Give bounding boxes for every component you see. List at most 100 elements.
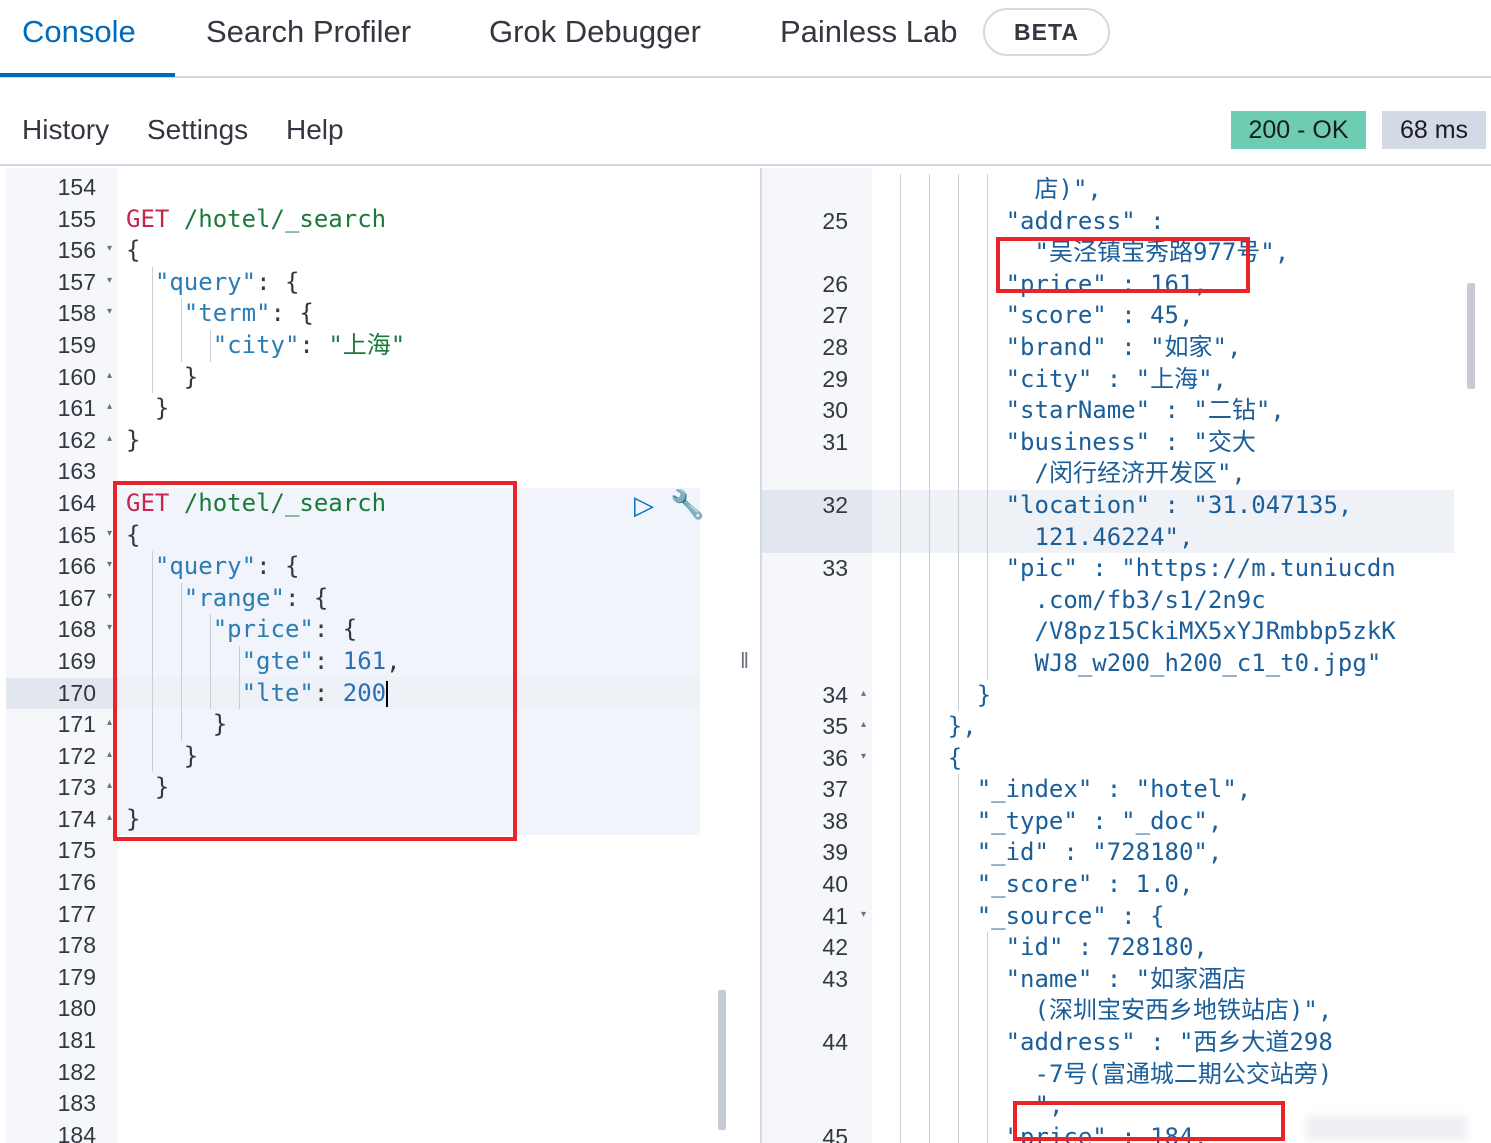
editor-line[interactable]: 179 (6, 962, 732, 994)
editor-line[interactable]: 156 ▾ { (6, 235, 732, 267)
response-text: "address" : (1005, 206, 1165, 235)
code-cell: 121.46224", (872, 521, 1454, 554)
history-link[interactable]: History (22, 114, 109, 146)
editor-line[interactable]: 176 (6, 867, 732, 899)
response-line: 42 "id" : 728180, (762, 932, 1491, 964)
response-scrollbar[interactable] (1467, 283, 1475, 389)
editor-line[interactable]: 177 (6, 899, 732, 931)
indent-guide (957, 237, 959, 269)
code-cell: } (118, 425, 700, 457)
line-number: 179 (57, 963, 96, 990)
response-viewer[interactable]: 店)", 25 "address" : "吴泾镇宝秀路977号", 26 "price" … (760, 168, 1491, 1143)
wrench-icon[interactable]: 🔧 (670, 488, 705, 521)
indent-guide (986, 237, 988, 269)
line-number: 170 (57, 679, 96, 706)
fold-close-icon[interactable]: ▴ (107, 401, 112, 412)
editor-line[interactable]: 155 GET /hotel/_search (6, 204, 732, 236)
fold-close-icon[interactable]: ▴ (861, 719, 866, 730)
editor-line[interactable]: 157 ▾ "query": { (6, 266, 732, 299)
fold-close-icon[interactable]: ▴ (107, 717, 112, 728)
line-number-cell: 27 (762, 300, 872, 332)
fold-open-icon[interactable]: ▾ (107, 622, 112, 633)
editor-line[interactable]: 183 (6, 1088, 732, 1120)
line-number-cell: 176 (6, 867, 118, 899)
line-number-cell: 165 ▾ (6, 520, 118, 552)
line-number: 163 (57, 458, 96, 485)
line-number-cell: 39 (762, 837, 872, 869)
indent-guide (928, 711, 930, 743)
editor-line[interactable]: 180 (6, 993, 732, 1025)
editor-line[interactable]: 162 ▴} (6, 425, 732, 457)
code-cell (118, 962, 700, 994)
line-number: 182 (57, 1058, 96, 1085)
indent-guide (928, 995, 930, 1028)
response-text: "_score" : 1.0, (976, 870, 1194, 899)
tab-grok-debugger[interactable]: Grok Debugger (489, 14, 701, 50)
indent-guide (986, 268, 988, 301)
settings-link[interactable]: Settings (147, 114, 248, 146)
fold-close-icon[interactable]: ▴ (107, 433, 112, 444)
editor-line[interactable]: 154 (6, 172, 732, 204)
line-number: 171 (57, 711, 96, 738)
code-cell: "pic" : "https://m.tuniucdn (872, 553, 1454, 585)
indent-guide (899, 426, 901, 459)
fold-open-icon[interactable]: ▾ (107, 243, 112, 254)
line-number: 154 (57, 174, 96, 200)
response-line: 32 "location" : "31.047135, (762, 489, 1491, 522)
editor-line[interactable]: 178 (6, 930, 732, 962)
code-token: GET (126, 204, 170, 233)
code-cell (118, 899, 700, 931)
editor-line[interactable]: 184 (6, 1120, 732, 1143)
line-number-cell: 45 (762, 1122, 872, 1143)
editor-scrollbar[interactable] (718, 990, 726, 1130)
editor-line[interactable]: 161 ▴ } (6, 393, 732, 425)
indent-guide (986, 1121, 988, 1143)
indent-guide (928, 205, 930, 238)
code-cell (118, 172, 700, 204)
panel-resize-handle[interactable]: ‖ (740, 648, 749, 674)
indent-guide (986, 584, 988, 617)
code-token: "query" (154, 267, 257, 296)
line-number-cell: 168 ▾ (6, 614, 118, 646)
fold-close-icon[interactable]: ▴ (107, 749, 112, 760)
indent-guide (899, 268, 901, 301)
editor-line[interactable]: 160 ▴ } (6, 361, 732, 394)
indent-guide (899, 489, 901, 522)
fold-open-icon[interactable]: ▾ (107, 275, 112, 286)
fold-close-icon[interactable]: ▴ (107, 370, 112, 381)
fold-open-icon[interactable]: ▾ (107, 591, 112, 602)
line-number: 167 (57, 584, 96, 611)
fold-close-icon[interactable]: ▴ (107, 812, 112, 823)
help-link[interactable]: Help (286, 114, 344, 146)
fold-open-icon[interactable]: ▾ (107, 528, 112, 539)
response-line: 33 "pic" : "https://m.tuniucdn (762, 553, 1491, 585)
line-number-cell: 159 (6, 330, 118, 362)
line-number-cell (762, 458, 872, 490)
editor-line[interactable]: 181 (6, 1025, 732, 1057)
fold-open-icon[interactable]: ▾ (861, 751, 866, 762)
tab-search-profiler[interactable]: Search Profiler (206, 14, 411, 50)
response-line: /V8pz15CkiMX5xYJRmbbp5zkK (762, 616, 1491, 648)
fold-open-icon[interactable]: ▾ (861, 909, 866, 920)
send-request-icon[interactable]: ▷ (634, 490, 654, 521)
tab-painless-lab[interactable]: Painless Lab (780, 14, 958, 50)
response-line: 35 ▴}, (762, 711, 1491, 743)
line-number-cell: 154 (6, 172, 118, 204)
line-number: 35 (822, 713, 848, 740)
tab-console[interactable]: Console (22, 14, 136, 50)
indent-guide (928, 647, 930, 680)
indent-guide (928, 837, 930, 870)
editor-line[interactable]: 158 ▾ "term": { (6, 298, 732, 330)
editor-line[interactable]: 159 "city": "上海" (6, 329, 732, 362)
line-number-cell: 35 ▴ (762, 711, 872, 743)
indent-guide (986, 363, 988, 396)
response-text: .com/fb3/s1/2n9c (1034, 585, 1266, 614)
indent-guide (928, 900, 930, 933)
fold-open-icon[interactable]: ▾ (107, 559, 112, 570)
editor-line[interactable]: 182 (6, 1057, 732, 1089)
fold-close-icon[interactable]: ▴ (107, 780, 112, 791)
fold-close-icon[interactable]: ▴ (861, 688, 866, 699)
line-number: 158 (57, 300, 96, 327)
fold-open-icon[interactable]: ▾ (107, 306, 112, 317)
line-number-cell (762, 995, 872, 1027)
